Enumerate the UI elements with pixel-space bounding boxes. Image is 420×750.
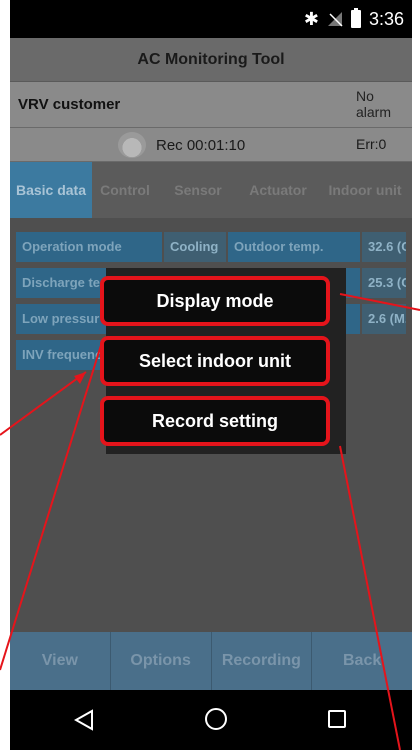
options-button[interactable]: Options — [111, 632, 212, 690]
row-value-2: 2.6 (M... — [362, 304, 406, 334]
app-title: AC Monitoring Tool — [10, 38, 412, 82]
tab-basic-data[interactable]: Basic data — [10, 162, 92, 218]
tab-control[interactable]: Control — [92, 162, 158, 218]
select-indoor-unit-button[interactable]: Select indoor unit — [100, 336, 330, 386]
android-nav-bar — [10, 690, 412, 750]
customer-name: VRV customer — [18, 96, 121, 113]
tab-sensor[interactable]: Sensor — [158, 162, 238, 218]
tab-indoor-unit[interactable]: Indoor unit — [318, 162, 412, 218]
row-value-2: 25.3 (C) — [362, 268, 406, 298]
record-setting-button[interactable]: Record setting — [100, 396, 330, 446]
row-label-2: Outdoor temp. — [228, 232, 360, 262]
status-time: 3:36 — [368, 8, 404, 29]
display-mode-button[interactable]: Display mode — [100, 276, 330, 326]
record-icon — [118, 132, 146, 158]
status-icons: ✱ 3:36 — [304, 8, 404, 30]
view-button[interactable]: View — [10, 632, 111, 690]
status-bar: ✱ 3:36 — [10, 0, 412, 38]
back-button[interactable]: Back — [312, 632, 412, 690]
bottom-toolbar: View Options Recording Back — [10, 632, 412, 690]
nav-home-icon[interactable] — [205, 708, 227, 730]
customer-row: VRV customer No alarm — [10, 82, 412, 128]
battery-icon — [350, 8, 361, 28]
signal-icon — [327, 12, 343, 27]
tab-actuator[interactable]: Actuator — [238, 162, 318, 218]
row-value: Cooling — [164, 232, 226, 262]
tab-bar: Basic data Control Sensor Actuator Indoo… — [10, 162, 412, 218]
alarm-status: No alarm — [356, 88, 392, 120]
row-value-2: 32.6 (C) — [362, 232, 406, 262]
bluetooth-icon: ✱ — [303, 8, 319, 29]
nav-back-icon[interactable] — [74, 709, 94, 731]
record-row: Rec 00:01:10 Err:0 — [10, 128, 412, 162]
recording-button[interactable]: Recording — [212, 632, 313, 690]
record-timer: Rec 00:01:10 — [156, 137, 246, 154]
row-label: Operation mode — [16, 232, 162, 262]
error-count: Err:0 — [356, 136, 387, 152]
nav-recent-apps-icon[interactable] — [328, 710, 346, 728]
